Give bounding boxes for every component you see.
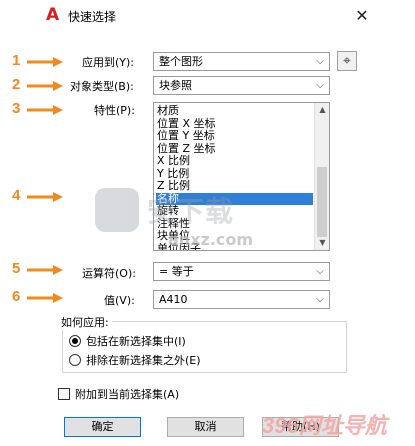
exclude-radio-option[interactable]: 排除在新选择集之外(E) bbox=[69, 352, 201, 368]
apply-to-value: 整个图形 bbox=[159, 55, 203, 68]
annotation-3: 3 bbox=[12, 100, 21, 117]
operator-value: = 等于 bbox=[159, 265, 194, 278]
crosshair-icon: ⌖ bbox=[343, 53, 351, 69]
watermark-text: 安下载 bbox=[147, 195, 235, 228]
operator-label: 运算符(O): bbox=[82, 267, 136, 280]
apply-to-select[interactable]: 整个图形 ⌵ bbox=[153, 52, 330, 71]
bottom-watermark: 396网址导航 bbox=[262, 413, 387, 438]
scroll-thumb[interactable] bbox=[317, 167, 327, 237]
exclude-radio-label: 排除在新选择集之外(E) bbox=[86, 354, 201, 367]
annotation-arrow-icon bbox=[27, 192, 63, 202]
annotation-arrow-icon bbox=[27, 105, 63, 115]
annotation-6: 6 bbox=[12, 288, 21, 305]
object-type-value: 块参照 bbox=[159, 79, 192, 92]
annotation-5: 5 bbox=[12, 260, 21, 277]
chevron-down-icon: ⌵ bbox=[316, 56, 324, 67]
exclude-radio[interactable] bbox=[69, 354, 81, 366]
include-radio-option[interactable]: 包括在新选择集中(I) bbox=[69, 333, 186, 349]
object-type-select[interactable]: 块参照 ⌵ bbox=[153, 76, 330, 95]
include-radio-label: 包括在新选择集中(I) bbox=[86, 335, 186, 348]
object-type-label: 对象类型(B): bbox=[70, 80, 134, 93]
append-label: 附加到当前选择集(A) bbox=[75, 388, 180, 401]
append-option[interactable]: 附加到当前选择集(A) bbox=[58, 386, 179, 402]
watermark-subtext: anxz.com bbox=[168, 230, 254, 249]
how-to-apply-title: 如何应用: bbox=[58, 314, 112, 330]
value-value: A410 bbox=[159, 293, 188, 306]
watermark-bag-icon bbox=[95, 188, 139, 232]
properties-list-item[interactable]: X 比例 bbox=[156, 154, 313, 168]
chevron-down-icon: ⌵ bbox=[316, 294, 324, 305]
scroll-down-icon[interactable]: ▼ bbox=[315, 236, 329, 250]
autocad-logo-icon: A bbox=[46, 5, 60, 25]
apply-to-label: 应用到(Y): bbox=[82, 56, 135, 69]
chevron-down-icon: ⌵ bbox=[316, 80, 324, 91]
include-radio[interactable] bbox=[69, 335, 81, 347]
cancel-button[interactable]: 取消 bbox=[167, 417, 244, 437]
properties-label: 特性(P): bbox=[94, 104, 135, 117]
close-button[interactable]: ✕ bbox=[352, 6, 372, 26]
select-objects-button[interactable]: ⌖ bbox=[337, 51, 357, 71]
annotation-arrow-icon bbox=[27, 265, 63, 275]
annotation-arrow-icon bbox=[27, 293, 63, 303]
annotation-4: 4 bbox=[12, 187, 21, 204]
value-label: 值(V): bbox=[104, 294, 135, 307]
scroll-up-icon[interactable]: ▲ bbox=[315, 103, 329, 117]
annotation-1: 1 bbox=[12, 52, 21, 69]
chevron-down-icon: ⌵ bbox=[316, 266, 324, 277]
window-title: 快速选择 bbox=[68, 10, 117, 24]
properties-list-item[interactable]: 位置 Y 坐标 bbox=[156, 129, 313, 143]
properties-list-item[interactable]: 材质 bbox=[156, 104, 313, 118]
ok-button[interactable]: 确定 bbox=[64, 417, 141, 437]
annotation-arrow-icon bbox=[27, 81, 63, 91]
operator-select[interactable]: = 等于 ⌵ bbox=[153, 262, 330, 281]
properties-scrollbar[interactable]: ▲ ▼ bbox=[314, 103, 329, 250]
append-checkbox[interactable] bbox=[58, 388, 70, 400]
title-bar: A 快速选择 ✕ bbox=[0, 0, 415, 32]
value-select[interactable]: A410 ⌵ bbox=[153, 290, 330, 309]
annotation-arrow-icon bbox=[27, 57, 63, 67]
annotation-2: 2 bbox=[12, 76, 21, 93]
